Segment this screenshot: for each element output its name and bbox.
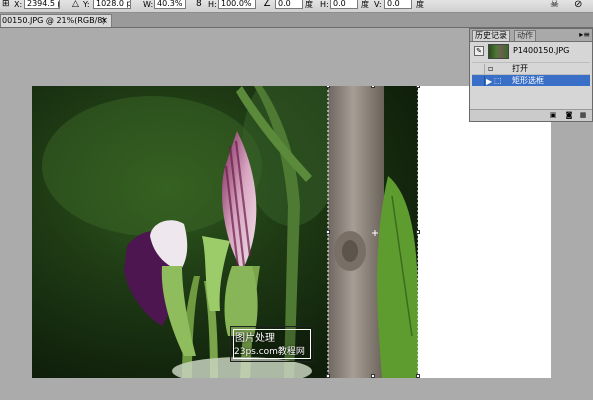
options-bar: ⊞ X: 2394.5 px △ Y: 1028.0 px W: 40.3% 8… <box>0 0 593 13</box>
document-tab-title: 00150.JPG @ 21%(RGB/8) <box>2 16 106 25</box>
w-label: W: <box>143 0 154 9</box>
selection-handle-top-center[interactable] <box>371 86 375 88</box>
history-panel: 历史记录 动作 ▸≡ ✎ P1400150.JPG ▫ 打开 ▶ ⬚ 矩形选框 … <box>469 28 593 122</box>
selection-handle-bottom-left[interactable] <box>326 374 330 378</box>
marquee-icon: ⬚ <box>494 76 502 85</box>
y-label: Y: <box>83 0 90 9</box>
hskew-field[interactable]: 0.0 <box>330 0 358 9</box>
open-document-icon: ▫ <box>488 64 494 73</box>
h-label: H: <box>208 0 217 9</box>
document-tab[interactable]: 00150.JPG @ 21%(RGB/8) × <box>0 14 112 27</box>
panel-bottom-bar: ▣ ◙ ▦ <box>470 109 592 121</box>
snapshot-thumbnail <box>488 44 509 59</box>
tab-history[interactable]: 历史记录 <box>472 30 510 41</box>
cancel-icon[interactable]: ⊘ <box>574 0 582 10</box>
document-tab-strip: 00150.JPG @ 21%(RGB/8) × <box>0 13 593 28</box>
panel-menu-icon[interactable]: ▸≡ <box>579 29 590 40</box>
vskew-label: V: <box>374 0 382 9</box>
new-snapshot-icon[interactable]: ◙ <box>564 111 574 119</box>
selection-handle-top-right[interactable] <box>416 86 420 88</box>
w-field[interactable]: 40.3% <box>154 0 186 9</box>
rotate-icon: ∠ <box>263 0 272 9</box>
selection-handle-top-left[interactable] <box>326 86 330 88</box>
selection-handle-middle-right[interactable] <box>416 230 420 234</box>
vskew-field[interactable]: 0.0 <box>384 0 412 9</box>
history-snapshot[interactable]: ✎ P1400150.JPG <box>472 43 590 60</box>
history-item-open[interactable]: ▫ 打开 <box>472 62 590 74</box>
link-icon[interactable]: 8 <box>196 0 202 9</box>
angle-unit: 度 <box>305 0 313 9</box>
hskew-unit: 度 <box>361 0 369 9</box>
warp-icon[interactable]: ☠ <box>550 0 559 10</box>
x-field[interactable]: 2394.5 px <box>24 0 60 9</box>
new-document-from-state-icon[interactable]: ▣ <box>548 111 558 119</box>
history-item-label: 打开 <box>512 64 528 73</box>
relative-position-icon[interactable]: △ <box>72 0 79 9</box>
history-item-rect-marquee[interactable]: ▶ ⬚ 矩形选框 <box>472 74 590 86</box>
tab-actions[interactable]: 动作 <box>514 30 536 41</box>
vskew-unit: 度 <box>416 0 424 9</box>
close-icon[interactable]: × <box>100 15 108 27</box>
watermark: 图片处理 23ps.com教程网 <box>230 326 314 362</box>
snapshot-label: P1400150.JPG <box>513 46 570 55</box>
history-brush-icon[interactable]: ✎ <box>474 46 484 56</box>
watermark-line1: 图片处理 <box>235 333 275 344</box>
y-field[interactable]: 1028.0 px <box>93 0 131 9</box>
document-canvas[interactable]: 图片处理 23ps.com教程网 <box>32 86 551 378</box>
history-source-checkbox[interactable] <box>474 64 485 74</box>
angle-field[interactable]: 0.0 <box>275 0 303 9</box>
delete-state-icon[interactable]: ▦ <box>578 111 588 119</box>
selection-handle-bottom-right[interactable] <box>416 374 420 378</box>
history-source-checkbox[interactable] <box>474 76 485 86</box>
x-label: X: <box>14 0 23 9</box>
reference-point-icon[interactable]: ⊞ <box>2 0 10 9</box>
h-field[interactable]: 100.0% <box>218 0 256 9</box>
photo-image <box>32 86 418 378</box>
history-state-arrow-icon: ▶ <box>486 77 493 86</box>
selection-handle-middle-left[interactable] <box>326 230 330 234</box>
selection-handle-bottom-center[interactable] <box>371 374 375 378</box>
panel-tab-bar: 历史记录 动作 ▸≡ <box>470 29 592 42</box>
history-item-label: 矩形选框 <box>512 76 544 85</box>
watermark-line2: 23ps.com教程网 <box>234 347 305 357</box>
hskew-label: H: <box>320 0 329 9</box>
